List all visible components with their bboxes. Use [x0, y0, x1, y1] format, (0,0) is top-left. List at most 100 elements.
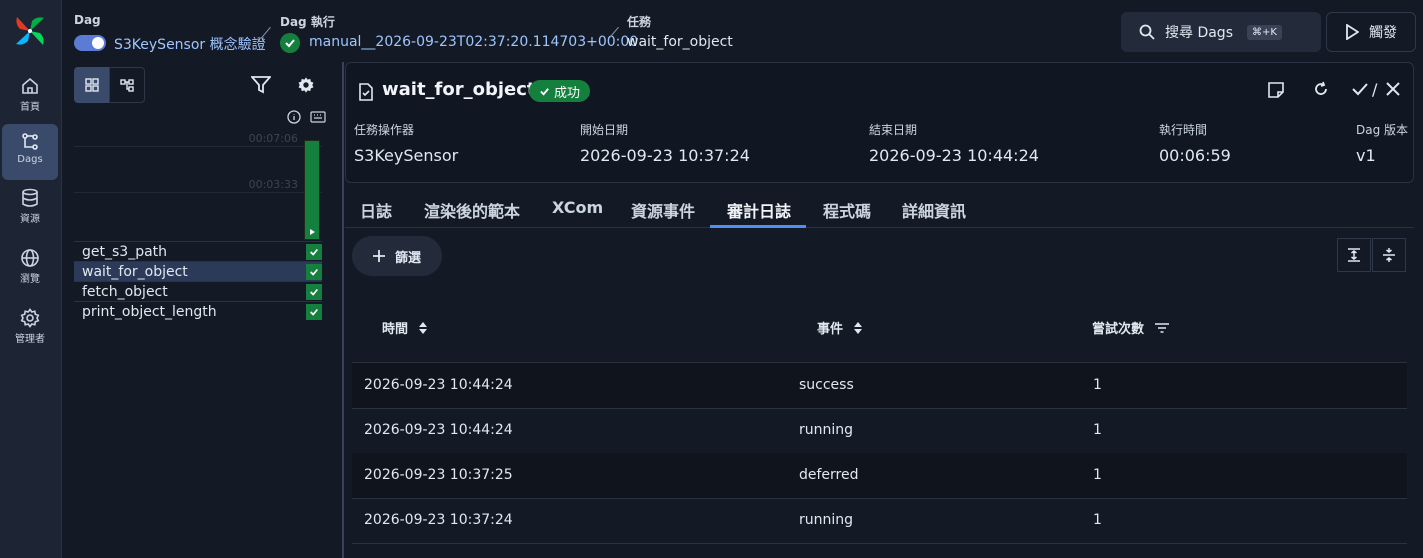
add-filter-button[interactable]: 篩選	[352, 236, 442, 276]
task-success-icon[interactable]	[306, 244, 322, 260]
task-success-icon[interactable]	[306, 284, 322, 300]
task-row[interactable]: get_s3_path	[74, 241, 322, 261]
dags-icon	[22, 133, 38, 150]
gear-icon	[20, 308, 40, 328]
tab-xcom[interactable]: XCom	[552, 198, 603, 217]
home-icon	[22, 77, 38, 94]
meta-duration-label: 執行時間	[1159, 123, 1208, 137]
meta-end-value: 2026-09-23 10:44:24	[869, 146, 1039, 165]
dag-run-duration-bar[interactable]	[304, 140, 320, 240]
tab-code[interactable]: 程式碼	[823, 198, 871, 222]
database-icon	[22, 188, 38, 207]
trigger-label: 觸發	[1369, 25, 1397, 41]
status-text: 成功	[554, 85, 581, 101]
status-badge: 成功	[529, 80, 591, 102]
meta-version-label: Dag 版本	[1356, 123, 1409, 137]
breadcrumb-run-link[interactable]: manual__2026-09-23T02:37:20.114703+00:00	[309, 34, 638, 50]
mark-failed-icon[interactable]	[1385, 81, 1401, 97]
search-dags-button[interactable]: 搜尋 Dags ⌘+K	[1121, 12, 1321, 52]
meta-duration-value: 00:06:59	[1159, 146, 1231, 165]
nav-dags[interactable]: Dags	[2, 124, 58, 180]
cell-try-number: 1	[1093, 422, 1102, 438]
task-success-icon[interactable]	[306, 264, 322, 280]
graph-view-button[interactable]	[109, 67, 145, 103]
trigger-button[interactable]: 觸發	[1326, 12, 1416, 52]
task-success-icon[interactable]	[306, 304, 322, 320]
tab-details[interactable]: 詳細資訊	[902, 198, 966, 222]
nav-assets[interactable]: 資源	[2, 180, 58, 236]
keyboard-icon[interactable]	[310, 110, 326, 124]
sort-icon	[419, 321, 428, 334]
meta-start-label: 開始日期	[580, 123, 629, 137]
play-icon	[1346, 24, 1359, 40]
task-file-icon	[359, 83, 373, 101]
nav-admin[interactable]: 管理者	[2, 300, 58, 356]
nav-browse-label: 瀏覽	[20, 274, 40, 285]
task-instance-card: wait_for_object 成功 / 任務操作器 S3KeySensor 開…	[345, 62, 1414, 183]
nav-assets-label: 資源	[20, 214, 40, 225]
task-tabs: 日誌 渲染後的範本 XCom 資源事件 審計日誌 程式碼 詳細資訊	[345, 188, 1414, 228]
table-row: 2026-09-23 10:44:24 success 1	[352, 363, 1407, 408]
panel-resize-handle[interactable]	[342, 62, 344, 558]
collapse-icon	[1383, 248, 1395, 262]
nav-admin-label: 管理者	[15, 334, 45, 345]
task-name: print_object_length	[82, 304, 217, 320]
task-row[interactable]: print_object_length	[74, 301, 322, 321]
duration-tick: 00:07:06	[248, 132, 298, 145]
collapse-rows-button[interactable]	[1372, 238, 1406, 272]
column-header-try-number[interactable]: 嘗試次數	[1092, 318, 1170, 337]
filter-icon[interactable]	[251, 76, 271, 94]
table-divider	[352, 543, 1407, 544]
mark-separator: /	[1372, 80, 1378, 99]
tab-audit-log[interactable]: 審計日誌	[727, 198, 791, 222]
breadcrumb-task: wait_for_object	[627, 34, 733, 50]
nav-home[interactable]: 首頁	[2, 68, 58, 124]
breadcrumb-dag-label: Dag	[74, 13, 101, 27]
grid-view-button[interactable]	[74, 67, 110, 103]
column-header-label: 事件	[817, 322, 844, 337]
dag-pause-toggle[interactable]	[74, 35, 106, 51]
mark-success-icon[interactable]	[1351, 81, 1369, 97]
search-icon	[1139, 24, 1155, 40]
task-name: wait_for_object	[82, 264, 188, 280]
cell-try-number: 1	[1093, 512, 1102, 528]
cell-time: 2026-09-23 10:37:25	[364, 467, 513, 483]
info-icon[interactable]	[287, 110, 301, 124]
tab-logs[interactable]: 日誌	[360, 198, 392, 222]
cell-event: success	[799, 377, 854, 393]
expand-rows-button[interactable]	[1337, 238, 1371, 272]
clear-rerun-icon[interactable]	[1313, 81, 1329, 97]
meta-operator-label: 任務操作器	[354, 123, 415, 137]
settings-gear-icon[interactable]	[297, 76, 315, 94]
breadcrumb-dag-link[interactable]: S3KeySensor 概念驗證	[114, 34, 266, 54]
filter-label: 篩選	[394, 250, 421, 266]
sort-icon	[854, 321, 863, 334]
cell-event: running	[799, 422, 854, 438]
note-icon[interactable]	[1267, 81, 1285, 99]
airflow-logo[interactable]	[13, 14, 47, 48]
active-tab-indicator	[710, 225, 806, 228]
duration-gridline	[74, 192, 322, 193]
tab-asset-events[interactable]: 資源事件	[631, 198, 695, 222]
column-header-label: 時間	[382, 322, 409, 337]
table-row: 2026-09-23 10:37:25 deferred 1	[352, 453, 1407, 498]
tab-rendered-template[interactable]: 渲染後的範本	[424, 198, 520, 222]
column-header-time[interactable]: 時間	[382, 318, 428, 337]
search-shortcut: ⌘+K	[1247, 24, 1282, 40]
meta-end-label: 結束日期	[869, 123, 918, 137]
expand-icon	[1348, 248, 1360, 262]
column-header-event[interactable]: 事件	[817, 318, 863, 337]
task-title: wait_for_object	[382, 79, 536, 100]
graph-icon	[120, 79, 134, 92]
task-row-selected[interactable]: wait_for_object	[74, 261, 322, 281]
duration-tick: 00:03:33	[248, 178, 298, 191]
cell-try-number: 1	[1093, 467, 1102, 483]
task-row[interactable]: fetch_object	[74, 281, 322, 301]
check-icon	[540, 87, 549, 96]
nav-home-label: 首頁	[20, 102, 40, 113]
nav-dags-label: Dags	[17, 154, 43, 165]
nav-browse[interactable]: 瀏覽	[2, 240, 58, 296]
table-row: 2026-09-23 10:44:24 running 1	[352, 408, 1407, 453]
cell-time: 2026-09-23 10:44:24	[364, 377, 513, 393]
cell-try-number: 1	[1093, 377, 1102, 393]
